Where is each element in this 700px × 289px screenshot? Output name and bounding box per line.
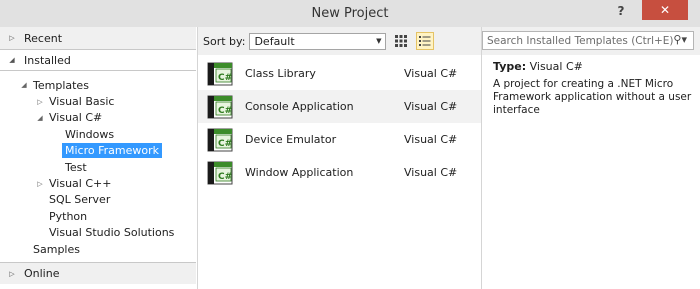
tree-item-label: Micro Framework xyxy=(62,143,162,159)
window-title: New Project xyxy=(311,6,389,21)
navigation-pane: ▷ Recent ◢ Installed ◢ Templates ▷ Visual B… xyxy=(0,27,196,289)
template-tree: ◢ Templates ▷ Visual Basic ◢ Visual C# Windows… xyxy=(0,77,196,257)
templates-pane: Sort by: Default ▼ C# Class Library Visua… xyxy=(197,27,481,289)
template-row[interactable]: C# Class Library Visual C# xyxy=(198,57,481,90)
tree-item[interactable]: Test xyxy=(0,159,196,175)
tree-item-label: Visual Studio Solutions xyxy=(49,226,175,240)
template-language: Visual C# xyxy=(404,67,458,80)
nav-installed-label: Installed xyxy=(24,53,71,67)
template-details: Type: Visual C# A project for creating a… xyxy=(493,60,693,117)
type-value: Visual C# xyxy=(529,60,583,73)
search-icon[interactable]: ⚲▾ xyxy=(673,33,687,46)
template-name: Console Application xyxy=(245,100,354,113)
csharp-project-icon: C# xyxy=(207,60,235,88)
tree-item[interactable]: ▷ Visual Basic xyxy=(0,93,196,109)
tree-item-label: Windows xyxy=(65,127,115,141)
title-bar: New Project xyxy=(0,0,700,27)
type-label: Type: xyxy=(493,60,527,73)
template-language: Visual C# xyxy=(404,100,458,113)
tree-item[interactable]: SQL Server xyxy=(0,192,196,208)
template-name: Class Library xyxy=(245,67,316,80)
search-input[interactable]: Search Installed Templates (Ctrl+E) ⚲▾ xyxy=(482,31,694,50)
nav-online[interactable]: ▷ Online xyxy=(0,262,196,284)
tree-item[interactable]: Samples xyxy=(0,241,196,257)
tree-item-label: Templates xyxy=(33,78,89,92)
tree-item[interactable]: ◢ Templates xyxy=(0,77,196,93)
tree-item[interactable]: Python xyxy=(0,208,196,224)
sort-toolbar: Sort by: Default ▼ xyxy=(198,27,481,55)
tree-item-label: Visual Basic xyxy=(49,95,115,109)
help-button[interactable]: ? xyxy=(604,0,638,22)
nav-online-label: Online xyxy=(24,267,60,280)
tree-item-label: Python xyxy=(49,209,88,223)
tree-item[interactable]: Micro Framework xyxy=(0,143,196,159)
svg-text:C#: C# xyxy=(218,139,232,149)
nav-installed[interactable]: ◢ Installed xyxy=(0,49,196,71)
type-line: Type: Visual C# xyxy=(493,60,693,73)
close-button[interactable]: ✕ xyxy=(642,0,688,20)
template-list: C# Class Library Visual C# C# Console App… xyxy=(198,57,481,189)
expand-arrow-icon[interactable]: ▷ xyxy=(0,270,18,278)
template-name: Device Emulator xyxy=(245,133,337,146)
details-pane: Search Installed Templates (Ctrl+E) ⚲▾ T… xyxy=(481,27,700,289)
nav-recent[interactable]: ▷ Recent xyxy=(0,27,196,49)
expand-arrow-icon[interactable]: ▷ xyxy=(34,180,46,188)
csharp-project-icon: C# xyxy=(207,159,235,187)
collapse-arrow-icon[interactable]: ◢ xyxy=(18,81,30,89)
sort-label: Sort by: xyxy=(203,34,246,48)
sort-dropdown[interactable]: Default ▼ xyxy=(249,32,387,50)
csharp-project-icon: C# xyxy=(207,93,235,121)
expand-arrow-icon[interactable]: ▷ xyxy=(34,98,46,106)
sort-value: Default xyxy=(254,34,295,48)
small-icons-view-button[interactable] xyxy=(392,32,410,50)
template-description: A project for creating a .NET Micro Fram… xyxy=(493,78,692,116)
search-placeholder: Search Installed Templates (Ctrl+E) xyxy=(487,34,674,47)
tree-item-label: Visual C++ xyxy=(49,177,112,191)
template-row[interactable]: C# Window Application Visual C# xyxy=(198,156,481,189)
tree-item[interactable]: Visual Studio Solutions xyxy=(0,225,196,241)
svg-text:C#: C# xyxy=(218,73,232,83)
svg-text:C#: C# xyxy=(218,106,232,116)
collapse-arrow-icon[interactable]: ◢ xyxy=(0,56,18,64)
search-toolbar: Search Installed Templates (Ctrl+E) ⚲▾ xyxy=(482,27,700,55)
tree-item-label: SQL Server xyxy=(49,193,111,207)
template-language: Visual C# xyxy=(404,166,458,179)
template-name: Window Application xyxy=(245,166,354,179)
svg-text:C#: C# xyxy=(218,172,232,182)
chevron-down-icon: ▼ xyxy=(376,37,382,45)
grid-view-icon xyxy=(395,35,408,47)
expand-arrow-icon[interactable]: ▷ xyxy=(0,34,18,42)
template-row[interactable]: C# Console Application Visual C# xyxy=(198,90,481,123)
collapse-arrow-icon[interactable]: ◢ xyxy=(34,114,46,122)
template-language: Visual C# xyxy=(404,133,458,146)
list-view-icon xyxy=(419,36,431,46)
tree-item[interactable]: ▷ Visual C++ xyxy=(0,175,196,191)
tree-item-label: Samples xyxy=(33,242,80,256)
template-row[interactable]: C# Device Emulator Visual C# xyxy=(198,123,481,156)
tree-item-label: Visual C# xyxy=(49,111,103,125)
tree-item-label: Test xyxy=(65,160,87,174)
csharp-project-icon: C# xyxy=(207,126,235,154)
tree-item[interactable]: Windows xyxy=(0,126,196,142)
nav-recent-label: Recent xyxy=(24,31,63,45)
list-view-button[interactable] xyxy=(416,32,435,50)
tree-item[interactable]: ◢ Visual C# xyxy=(0,110,196,126)
